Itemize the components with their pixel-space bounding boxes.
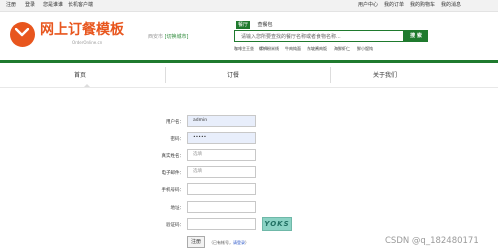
search-button[interactable]: 搜 索 bbox=[404, 30, 428, 42]
login-prompt-text: （已有帐号， bbox=[209, 240, 233, 245]
email-label: 电子邮件： bbox=[161, 171, 185, 176]
my-orders-link[interactable]: 我的订单 bbox=[384, 1, 404, 9]
nav-item-about[interactable]: 关于我们 bbox=[373, 70, 397, 79]
chevron-down-icon bbox=[15, 28, 29, 37]
address-field[interactable] bbox=[187, 201, 256, 213]
main-nav: 首页 订餐 关于我们 bbox=[0, 60, 498, 88]
username-field[interactable]: admin bbox=[187, 115, 256, 127]
nav-item-order[interactable]: 订餐 bbox=[227, 70, 239, 79]
password-field[interactable]: ••••• bbox=[187, 132, 256, 144]
hot-keyword[interactable]: 螺蛳粉米线 bbox=[259, 46, 279, 52]
login-link[interactable]: 登录 bbox=[25, 1, 35, 9]
captcha-image[interactable]: YOKS bbox=[262, 217, 292, 231]
site-title: 网上订餐模板 bbox=[40, 22, 124, 38]
captcha-field[interactable] bbox=[187, 218, 256, 230]
search-placeholder: 请输入您所要查找的餐厅名称或者食物名称... bbox=[241, 34, 341, 40]
nav-item-home[interactable]: 首页 bbox=[74, 70, 86, 79]
watermark: CSDN @q_182480171 bbox=[385, 236, 479, 246]
topbar-link-app[interactable]: 长机客户端 bbox=[68, 1, 93, 9]
email-field[interactable]: 选填 bbox=[187, 166, 256, 178]
register-button[interactable]: 注册 bbox=[187, 236, 205, 248]
username-label: 用户名： bbox=[166, 120, 184, 125]
search-input[interactable]: 请输入您所要查找的餐厅名称或者食物名称... bbox=[234, 30, 404, 42]
login-prompt-suffix: ） bbox=[245, 240, 249, 245]
login-prompt: （已有帐号，请登录） bbox=[209, 240, 249, 246]
my-messages-link[interactable]: 我的消息 bbox=[441, 1, 461, 9]
password-label: 密码： bbox=[170, 137, 185, 142]
user-center-link[interactable]: 用户中心 bbox=[358, 1, 378, 9]
hot-keyword[interactable]: 鲜小馄饨 bbox=[357, 46, 373, 52]
my-cart-link[interactable]: 我的购物车 bbox=[410, 1, 435, 9]
site-subtitle: OrderOnline.cn bbox=[72, 40, 103, 45]
tab-restaurant[interactable]: 餐厅 bbox=[236, 21, 250, 29]
hot-keyword[interactable]: 牛肉炖面 bbox=[285, 46, 301, 52]
top-bar: 注册 登录 您是谁谁 长机客户端 用户中心 我的订单 我的购物车 我的消息 bbox=[0, 0, 498, 12]
register-link[interactable]: 注册 bbox=[6, 1, 16, 9]
hot-keyword[interactable]: 海鲜虾仁 bbox=[334, 46, 350, 52]
city-name: 西安市 bbox=[148, 34, 164, 40]
phone-field[interactable] bbox=[187, 183, 256, 195]
topbar-link-user[interactable]: 您是谁谁 bbox=[43, 1, 63, 9]
nav-divider bbox=[330, 67, 331, 83]
captcha-label: 验证码： bbox=[166, 223, 184, 228]
city-switch-link[interactable]: [切换城市] bbox=[165, 34, 189, 40]
phone-label: 手机号码： bbox=[161, 188, 185, 193]
nav-active-indicator bbox=[84, 84, 90, 87]
tab-food[interactable]: 查餐包 bbox=[255, 21, 275, 29]
login-link-inline[interactable]: 请登录 bbox=[233, 240, 245, 245]
city-selector[interactable]: 西安市 [切换城市] bbox=[148, 33, 189, 40]
nav-divider bbox=[165, 67, 166, 83]
address-label: 地址： bbox=[170, 206, 185, 211]
hot-keyword[interactable]: 咖啡主王坐 bbox=[234, 46, 254, 52]
realname-label: 真实姓名： bbox=[161, 154, 185, 159]
logo-icon[interactable] bbox=[10, 22, 35, 47]
hot-keyword[interactable]: 东坡酱肉饭 bbox=[307, 46, 327, 52]
realname-field[interactable]: 选填 bbox=[187, 149, 256, 161]
